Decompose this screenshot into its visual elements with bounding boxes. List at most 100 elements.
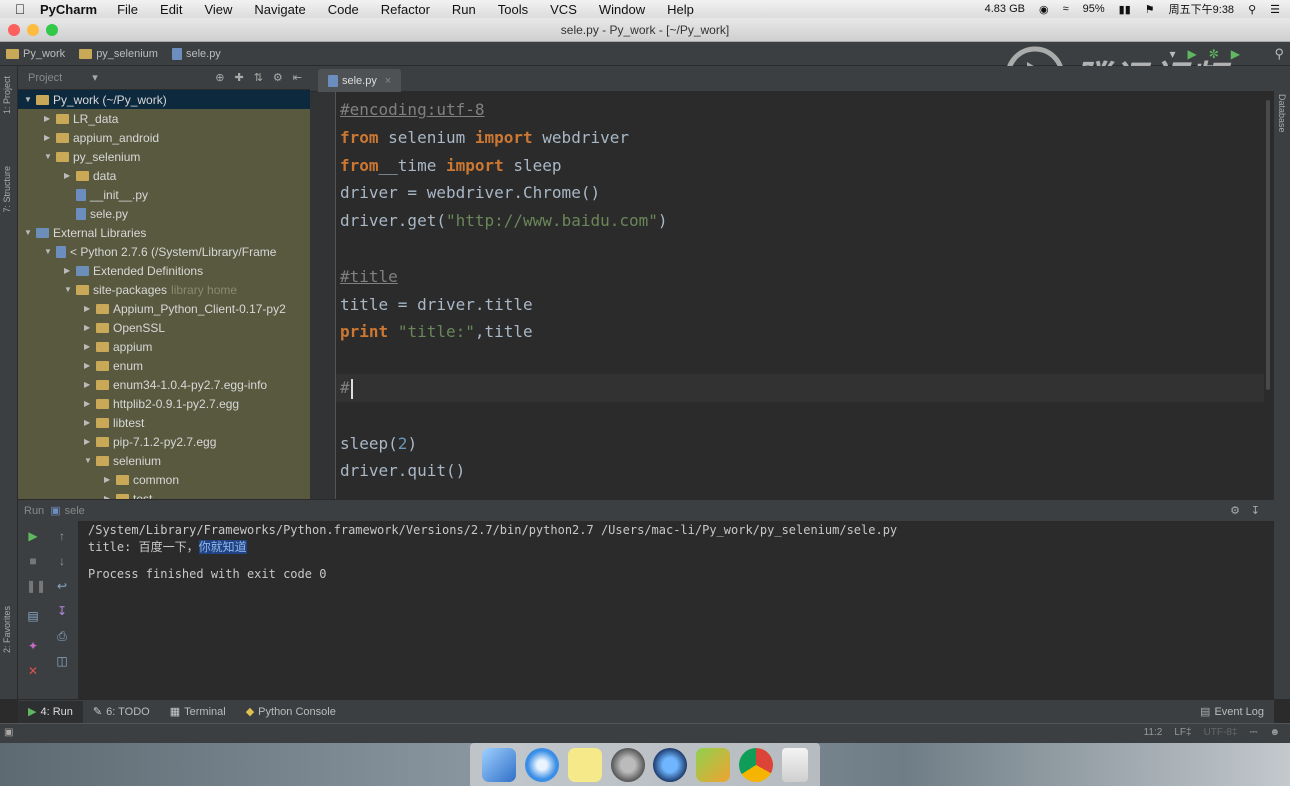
menu-navigate[interactable]: Navigate bbox=[254, 2, 305, 17]
tree-item[interactable]: ▶ enum34-1.0.4-py2.7.egg-info bbox=[18, 375, 310, 394]
project-view-selector[interactable]: Project bbox=[28, 72, 62, 84]
memory-indicator[interactable]: 4.83 GB bbox=[985, 3, 1025, 15]
tree-item[interactable]: ▶ appium bbox=[18, 337, 310, 356]
up-arrow-icon[interactable]: ↑ bbox=[55, 529, 69, 543]
chevron-right-icon[interactable]: ▶ bbox=[84, 418, 96, 427]
menu-run[interactable]: Run bbox=[452, 2, 476, 17]
scroll-to-end-icon[interactable]: ↧ bbox=[55, 604, 69, 618]
tree-item[interactable]: ▼ External Libraries bbox=[18, 223, 310, 242]
tree-item[interactable]: ▼ py_selenium bbox=[18, 147, 310, 166]
tab-terminal[interactable]: ▦ Terminal bbox=[160, 701, 236, 723]
soft-wrap-icon[interactable]: ↩ bbox=[55, 579, 69, 593]
tree-item[interactable]: ▶ Extended Definitions bbox=[18, 261, 310, 280]
pycharm-icon[interactable] bbox=[696, 747, 731, 782]
chevron-down-icon[interactable]: ▼ bbox=[24, 228, 36, 237]
run-console-output[interactable]: /System/Library/Frameworks/Python.framew… bbox=[78, 521, 1274, 699]
pause-icon[interactable]: ❚❚ bbox=[26, 579, 46, 593]
battery-percent[interactable]: 95% bbox=[1083, 3, 1105, 15]
code-editor[interactable]: #encoding:utf-8 from selenium import webd… bbox=[310, 92, 1274, 499]
tree-item[interactable]: ▶ OpenSSL bbox=[18, 318, 310, 337]
database-tool-tab[interactable]: Database bbox=[1277, 94, 1287, 133]
tree-item[interactable]: ▼ site-packages library home bbox=[18, 280, 310, 299]
chevron-down-icon[interactable]: ▼ bbox=[64, 285, 76, 294]
down-arrow-icon[interactable]: ↓ bbox=[55, 554, 69, 568]
notes-icon[interactable] bbox=[567, 747, 602, 782]
tree-item[interactable]: ▼ selenium bbox=[18, 451, 310, 470]
tree-item[interactable]: ▶ common bbox=[18, 470, 310, 489]
menu-view[interactable]: View bbox=[204, 2, 232, 17]
finder-icon[interactable] bbox=[482, 747, 517, 782]
chevron-right-icon[interactable]: ▶ bbox=[64, 171, 76, 180]
chevron-right-icon[interactable]: ▶ bbox=[84, 380, 96, 389]
menu-vcs[interactable]: VCS bbox=[550, 2, 577, 17]
tree-item[interactable]: ▶ httplib2-0.9.1-py2.7.egg bbox=[18, 394, 310, 413]
collapse-icon[interactable]: ⇅ bbox=[254, 71, 263, 84]
chevron-right-icon[interactable]: ▶ bbox=[44, 114, 56, 123]
rerun-icon[interactable]: ▶ bbox=[26, 529, 40, 543]
tree-item[interactable]: sele.py bbox=[18, 204, 310, 223]
hide-panel-icon[interactable]: ⇤ bbox=[293, 71, 302, 84]
close-icon[interactable]: ✕ bbox=[26, 664, 40, 678]
menu-refactor[interactable]: Refactor bbox=[381, 2, 430, 17]
app-menu[interactable]: PyCharm bbox=[40, 2, 97, 17]
chevron-right-icon[interactable]: ▶ bbox=[84, 399, 96, 408]
menu-window[interactable]: Window bbox=[599, 2, 645, 17]
project-tool-tab[interactable]: 1: Project bbox=[2, 76, 12, 114]
pin-tab-icon[interactable]: ✦ bbox=[26, 639, 40, 653]
clock[interactable]: 周五下午9:38 bbox=[1169, 1, 1234, 17]
editor-scrollbar[interactable] bbox=[1266, 100, 1270, 390]
tree-item[interactable]: __init__.py bbox=[18, 185, 310, 204]
tab-sele-py[interactable]: sele.py × bbox=[318, 69, 402, 92]
gear-icon[interactable]: ⚙ bbox=[1230, 504, 1240, 517]
dump-threads-icon[interactable]: ▤ bbox=[26, 609, 40, 623]
breadcrumb-sele-py[interactable]: sele.py bbox=[171, 47, 221, 60]
caret-position[interactable]: 11:2 bbox=[1144, 727, 1163, 738]
run-config-name[interactable]: sele bbox=[65, 505, 85, 517]
tab-todo[interactable]: ✎ 6: TODO bbox=[83, 701, 160, 723]
menu-help[interactable]: Help bbox=[667, 2, 694, 17]
structure-tool-tab[interactable]: 7: Structure bbox=[2, 166, 12, 213]
tab-python-console[interactable]: ◆ Python Console bbox=[236, 701, 346, 723]
tree-item[interactable]: ▼ < Python 2.7.6 (/System/Library/Frame bbox=[18, 242, 310, 261]
editor-gutter[interactable] bbox=[310, 92, 336, 499]
chevron-right-icon[interactable]: ▶ bbox=[84, 304, 96, 313]
gear-icon[interactable]: ⚙ bbox=[273, 71, 283, 84]
chevron-right-icon[interactable]: ▶ bbox=[84, 342, 96, 351]
favorites-tool-tab[interactable]: 2: Favorites bbox=[2, 606, 12, 653]
system-preferences-icon[interactable] bbox=[610, 747, 645, 782]
print-icon[interactable]: ⎙ bbox=[55, 629, 69, 643]
chevron-down-icon[interactable]: ▼ bbox=[44, 247, 56, 256]
close-tab-icon[interactable]: × bbox=[385, 75, 391, 87]
chevron-down-icon[interactable]: ▼ bbox=[44, 152, 56, 161]
menu-file[interactable]: File bbox=[117, 2, 138, 17]
flag-icon[interactable]: ⚑ bbox=[1145, 3, 1155, 16]
lock-icon[interactable]: ⎓ bbox=[1249, 727, 1257, 738]
spotlight-search-icon[interactable]: ⚲ bbox=[1248, 3, 1256, 16]
safari-icon[interactable] bbox=[525, 747, 560, 782]
tree-item[interactable]: ▶ Appium_Python_Client-0.17-py2 bbox=[18, 299, 310, 318]
line-separator[interactable]: LF‡ bbox=[1174, 727, 1191, 738]
menu-tools[interactable]: Tools bbox=[498, 2, 528, 17]
status-circle-icon[interactable]: ◉ bbox=[1039, 3, 1049, 16]
chevron-down-icon[interactable]: ▼ bbox=[24, 95, 36, 104]
breadcrumb-py-work[interactable]: Py_work bbox=[6, 48, 65, 60]
chevron-right-icon[interactable]: ▶ bbox=[84, 361, 96, 370]
tree-item[interactable]: ▶ pip-7.1.2-py2.7.egg bbox=[18, 432, 310, 451]
menu-code[interactable]: Code bbox=[328, 2, 359, 17]
chevron-right-icon[interactable]: ▶ bbox=[64, 266, 76, 275]
apple-menu-icon[interactable]:  bbox=[0, 1, 40, 17]
chevron-down-icon[interactable]: ▾ bbox=[92, 71, 98, 84]
tree-item[interactable]: ▼ Py_work (~/Py_work) bbox=[18, 90, 310, 109]
chevron-down-icon[interactable]: ▼ bbox=[84, 456, 96, 465]
sync-icon[interactable]: ⊕ bbox=[215, 71, 224, 84]
hide-panel-icon[interactable]: ↧ bbox=[1251, 504, 1260, 517]
tab-run[interactable]: ▶ 4: Run bbox=[18, 700, 83, 723]
chevron-right-icon[interactable]: ▶ bbox=[84, 437, 96, 446]
clear-all-icon[interactable]: ◫ bbox=[55, 654, 69, 668]
file-encoding[interactable]: UTF-8‡ bbox=[1204, 727, 1238, 738]
tree-item[interactable]: ▶ enum bbox=[18, 356, 310, 375]
stop-icon[interactable]: ■ bbox=[26, 554, 40, 568]
wifi-icon[interactable]: ≈ bbox=[1063, 3, 1069, 15]
tree-item[interactable]: ▶ LR_data bbox=[18, 109, 310, 128]
menu-edit[interactable]: Edit bbox=[160, 2, 182, 17]
